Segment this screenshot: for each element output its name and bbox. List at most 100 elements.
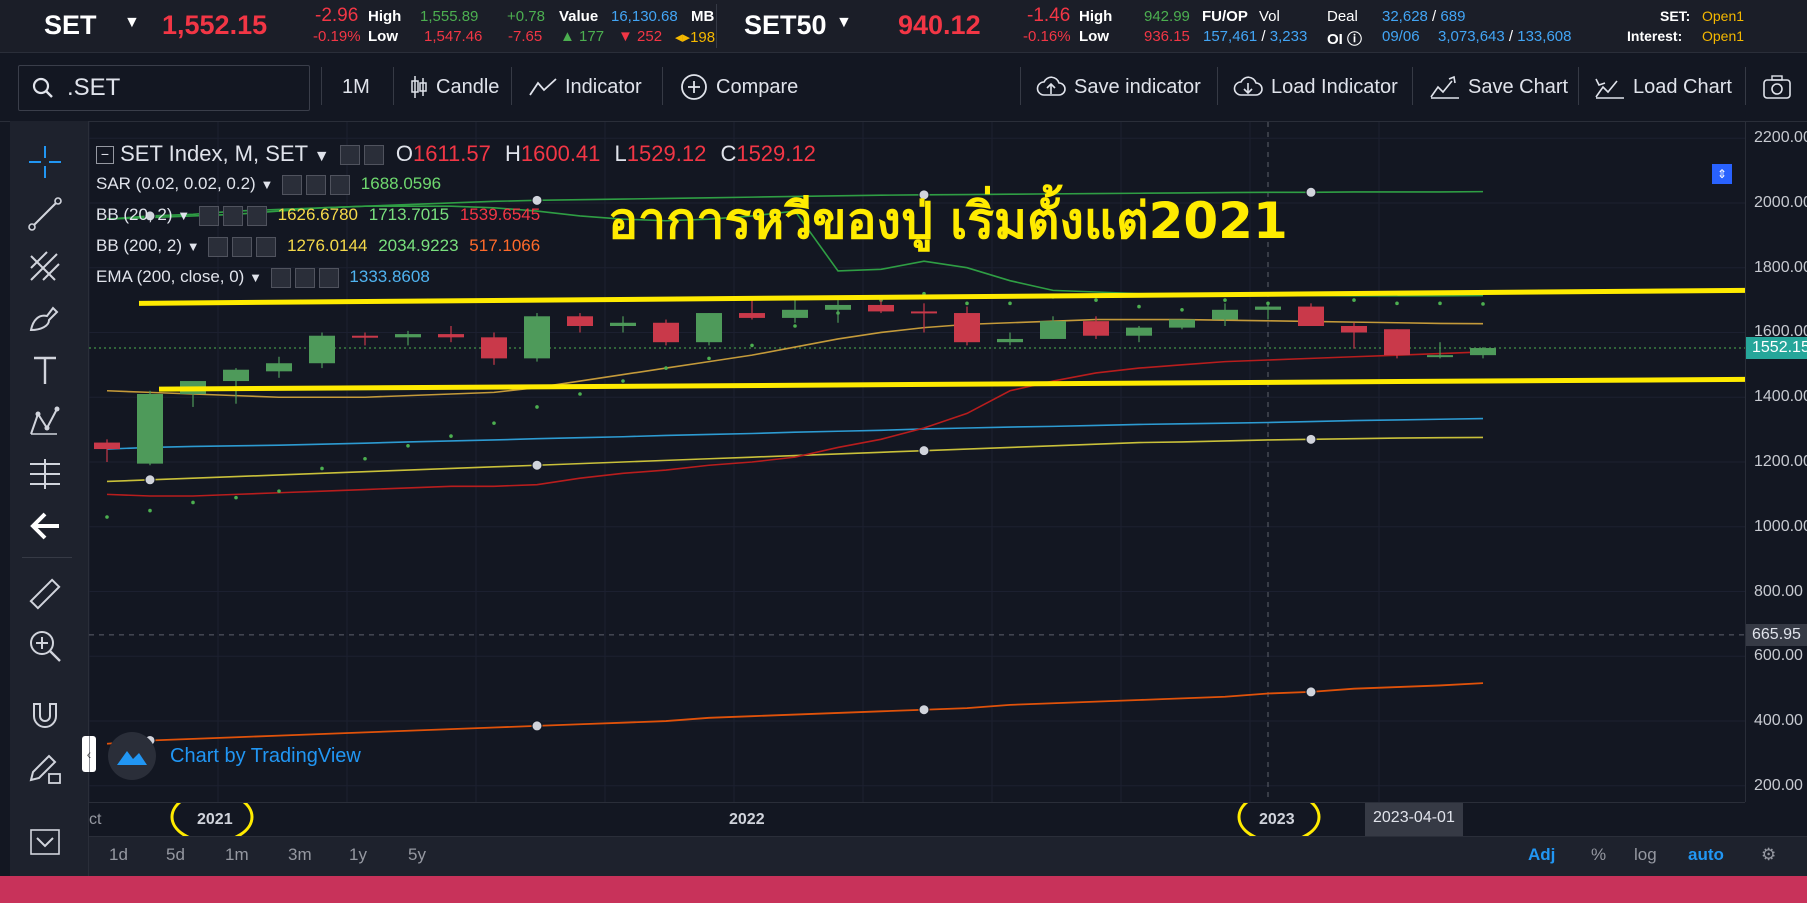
back-tool[interactable] [24,505,66,547]
compare-button[interactable]: Compare [680,69,798,105]
candle-body [395,334,421,338]
eye-icon[interactable] [270,267,291,288]
text-tool[interactable] [24,349,66,391]
chart-annotation-text[interactable]: อาการหวีของปู่ เริ่มตั้งแต่2021 [608,182,1288,261]
candle-body [1341,326,1367,333]
lock-drawing-tool[interactable] [24,747,66,789]
toolbar-divider [1412,67,1413,105]
indicator-legend-bb20[interactable]: BB (20, 2) ▼ 1626.6780 1713.7015 1539.65… [96,205,540,226]
symbol-search-input[interactable] [65,73,289,103]
sar-dot [1438,301,1442,306]
load-indicator-button[interactable]: Load Indicator [1233,69,1398,105]
candle-body [653,322,679,343]
candle-body [696,313,722,343]
candle-body [1212,309,1238,320]
indicator-legend-ema[interactable]: EMA (200, close, 0) ▼ 1333.8608 [96,267,430,288]
ruler-tool[interactable] [24,573,66,615]
screenshot-button[interactable] [1762,69,1792,105]
indicator-button[interactable]: Indicator [529,69,642,105]
fib-tool[interactable] [24,245,66,287]
prediction-tool[interactable] [24,453,66,495]
symbol-search[interactable] [18,65,310,111]
zoom-in-icon [30,631,61,662]
set50-high-label: High [1079,8,1113,25]
advancers: ▲ 177 [560,28,605,45]
save-chart-button[interactable]: Save Chart [1430,69,1568,105]
indicator-label: Indicator [565,76,642,98]
gear-icon[interactable] [294,267,315,288]
chevron-down-icon[interactable]: ▼ [836,14,852,32]
chevron-down-icon[interactable]: ▼ [314,148,330,165]
eye-icon[interactable] [339,145,360,166]
scale-toggle-icon[interactable]: ⇕ [1712,164,1732,184]
candle-body [1126,327,1152,336]
interest-status-label: Interest: [1627,28,1683,44]
decliners: ▼ 252 [618,28,663,45]
close-icon[interactable] [330,174,351,195]
pattern-tool[interactable] [24,401,66,443]
eye-icon[interactable] [282,174,303,195]
range-1d[interactable]: 1d [109,845,128,865]
chart-type-button[interactable]: Candle [410,69,499,105]
eye-icon[interactable] [208,236,229,257]
range-5d[interactable]: 5d [166,845,185,865]
magnet-tool[interactable] [24,695,66,737]
magnet-icon [33,703,57,728]
index-name-set50[interactable]: SET50 [744,10,827,41]
trend-line-tool[interactable] [24,193,66,235]
zoom-tool[interactable] [24,625,66,667]
value-unit: MB [691,8,715,25]
range-1y[interactable]: 1y [349,845,367,865]
set-high: 1,555.89 [420,8,479,25]
sar-dot [406,444,410,448]
interval-button[interactable]: 1M [342,69,370,105]
range-5y[interactable]: 5y [408,845,426,865]
gear-icon[interactable] [306,174,327,195]
arrow-left-icon [30,512,59,540]
chevron-down-icon[interactable]: ▼ [124,14,140,32]
close-icon[interactable] [256,236,277,257]
tradingview-logo [108,732,156,780]
candle-body [954,313,980,343]
gear-icon[interactable] [232,236,253,257]
chevron-down-icon: ▼ [177,208,191,223]
sar-dot [1094,298,1098,302]
gear-icon[interactable]: ⚙ [1761,845,1776,865]
sar-dot [363,456,367,461]
indicator-legend-sar[interactable]: SAR (0.02, 0.02, 0.2) ▼ 1688.0596 [96,174,441,195]
favorites-tool[interactable] [24,821,66,863]
price-axis[interactable]: 2200.00 2000.00 1800.00 1600.00 1400.00 1200.… [1745,122,1807,802]
auto-toggle[interactable]: auto [1688,845,1724,865]
percent-toggle[interactable]: % [1591,845,1606,865]
range-3m[interactable]: 3m [288,845,312,865]
candle-body [481,337,507,359]
info-icon[interactable]: ⓘ [1347,31,1362,48]
log-toggle[interactable]: log [1634,845,1657,865]
tradingview-watermark[interactable]: Chart by TradingView [108,732,361,780]
adj-toggle[interactable]: Adj [1528,845,1555,865]
gear-icon[interactable] [363,145,384,166]
time-axis[interactable]: ct 2021 2022 2023 2023-04-01 [89,802,1745,837]
save-indicator-button[interactable]: Save indicator [1036,69,1201,105]
candle-body [1169,319,1195,328]
candle-body [782,309,808,318]
load-chart-button[interactable]: Load Chart [1595,69,1732,105]
band-anchor [1305,186,1317,198]
close-icon[interactable] [246,205,267,226]
candle-body [1083,321,1109,336]
gear-icon[interactable] [222,205,243,226]
ohlc-high: H1600.41 [504,141,601,166]
crosshair-tool[interactable] [24,141,66,183]
up-arrow-icon: ▲ [560,28,575,45]
band-anchor [918,704,930,716]
index-name-set[interactable]: SET [44,10,97,41]
ema-value: 1333.8608 [349,267,430,286]
indicator-legend-bb200[interactable]: BB (200, 2) ▼ 1276.0144 2034.9223 517.10… [96,236,540,257]
brush-tool[interactable] [24,297,66,339]
close-icon[interactable] [318,267,339,288]
chart-toolbar: 1M Candle Indicator Compare Save indicat… [0,53,1807,122]
eye-icon[interactable] [198,205,219,226]
series-title[interactable]: SET Index, M, SET [120,141,307,166]
range-1m[interactable]: 1m [225,845,249,865]
collapse-icon[interactable]: − [96,146,114,165]
